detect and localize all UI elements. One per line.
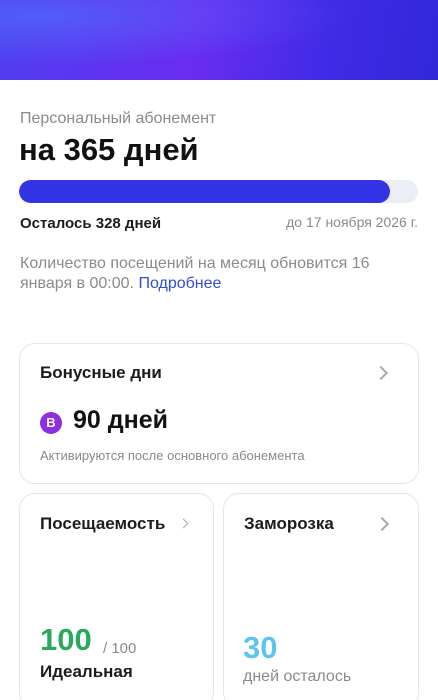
freeze-card[interactable]: Заморозка 30 дней осталось: [223, 493, 419, 700]
expiry-date: до 17 ноября 2026 г.: [286, 214, 418, 230]
chevron-right-icon: [178, 518, 189, 529]
subscription-progress-bar: [19, 180, 418, 203]
details-link[interactable]: Подробнее: [138, 275, 221, 292]
subscription-progress-fill: [19, 180, 391, 203]
bonus-days-value: 90 дней: [73, 406, 168, 434]
subscription-title: на 365 дней: [19, 132, 199, 167]
header-banner: [0, 0, 438, 80]
chevron-right-icon: [374, 516, 390, 532]
bonus-days-note: Активируются после основного абонемента: [40, 448, 305, 463]
freeze-days-label: дней осталось: [243, 668, 352, 685]
freeze-title: Заморозка: [244, 514, 334, 533]
attendance-total: / 100: [103, 640, 137, 657]
bonus-badge-icon: B: [40, 412, 62, 434]
chevron-right-icon: [373, 365, 389, 381]
visits-info: Количество посещений на месяц обновится …: [20, 254, 420, 294]
bonus-days-card[interactable]: Бонусные дни B 90 дней Активируются посл…: [19, 343, 419, 484]
attendance-title: Посещаемость: [40, 514, 166, 533]
subscription-kicker: Персональный абонемент: [20, 110, 217, 127]
days-remaining: Осталось 328 дней: [20, 215, 162, 232]
attendance-score: 100: [40, 622, 92, 657]
bonus-days-title: Бонусные дни: [40, 363, 162, 382]
attendance-label: Идеальная: [40, 662, 133, 681]
freeze-days-number: 30: [243, 630, 278, 665]
attendance-card[interactable]: Посещаемость 100 / 100 Идеальная: [19, 493, 214, 700]
